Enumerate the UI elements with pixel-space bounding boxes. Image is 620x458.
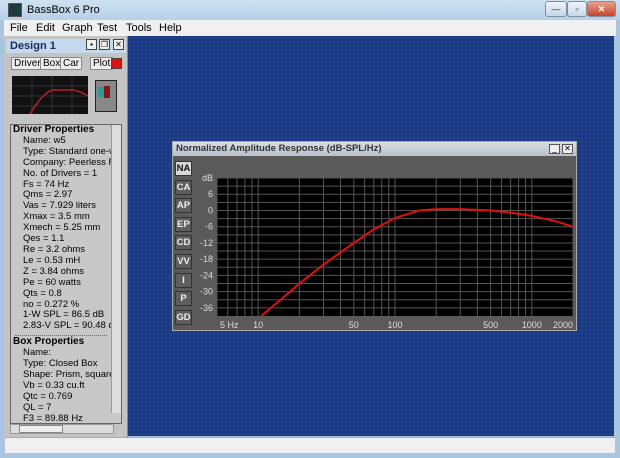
x-tick-label: 50 bbox=[349, 320, 359, 330]
horizontal-scrollbar[interactable] bbox=[10, 424, 114, 434]
properties-list: Driver Properties Name: w5 Type: Standard… bbox=[10, 124, 122, 424]
tab-i[interactable]: I bbox=[175, 272, 192, 288]
x-tick-label: 5 Hz bbox=[220, 320, 239, 330]
vertical-scrollbar[interactable] bbox=[111, 125, 121, 413]
driver-property: Pe = 60 watts bbox=[23, 276, 81, 288]
car-button[interactable]: Car bbox=[60, 57, 83, 70]
response-thumbnail bbox=[12, 76, 88, 114]
x-tick-label: 100 bbox=[387, 320, 402, 330]
plot-button[interactable]: Plot bbox=[90, 57, 114, 70]
x-tick-label: 10 bbox=[253, 320, 263, 330]
copy-icon[interactable]: ❐ bbox=[99, 39, 110, 50]
box-thumbnail bbox=[95, 80, 117, 112]
chart-close-button[interactable]: ✕ bbox=[562, 144, 573, 154]
y-tick-label: -24 bbox=[200, 270, 213, 280]
close-button[interactable]: ✕ bbox=[587, 1, 616, 17]
design-panel: Design 1 ▪ ❐ ✕ Driver Box Car Plot Drive… bbox=[4, 36, 128, 437]
x-tick-label: 1000 bbox=[522, 320, 542, 330]
menu-test[interactable]: Test bbox=[97, 22, 117, 34]
y-tick-label: -18 bbox=[200, 254, 213, 264]
y-tick-label: 0 bbox=[208, 205, 213, 215]
menu-bar: File Edit Graph Test Tools Help bbox=[4, 20, 616, 36]
tab-cd[interactable]: CD bbox=[175, 235, 192, 251]
save-icon[interactable]: ▪ bbox=[86, 39, 97, 50]
tab-gd[interactable]: GD bbox=[175, 309, 192, 325]
maximize-button[interactable]: ▫ bbox=[567, 1, 587, 17]
driver-property: Qts = 0.8 bbox=[23, 287, 62, 299]
status-bar bbox=[5, 437, 615, 453]
driver-property: Company: Peerless Fabrik bbox=[23, 156, 121, 168]
tab-ap[interactable]: AP bbox=[175, 198, 192, 214]
tab-p[interactable]: P bbox=[175, 291, 192, 307]
tab-ep[interactable]: EP bbox=[175, 216, 192, 232]
driver-button[interactable]: Driver bbox=[11, 57, 44, 70]
window-title: BassBox 6 Pro bbox=[27, 4, 100, 16]
app-icon bbox=[8, 3, 22, 17]
plot-color-swatch[interactable] bbox=[111, 58, 122, 69]
close-design-icon[interactable]: ✕ bbox=[113, 39, 124, 50]
driver-property: No. of Drivers = 1 bbox=[23, 167, 98, 179]
title-bar: BassBox 6 Pro — ▫ ✕ bbox=[0, 0, 620, 20]
x-tick-label: 2000 bbox=[553, 320, 573, 330]
menu-help[interactable]: Help bbox=[159, 22, 182, 34]
box-property: QL = 7 bbox=[23, 401, 52, 413]
chart-window: Normalized Amplitude Response (dB-SPL/Hz… bbox=[172, 141, 577, 331]
menu-edit[interactable]: Edit bbox=[36, 22, 55, 34]
menu-graph[interactable]: Graph bbox=[62, 22, 93, 34]
tab-na[interactable]: NA bbox=[175, 161, 192, 176]
menu-file[interactable]: File bbox=[10, 22, 28, 34]
menu-tools[interactable]: Tools bbox=[126, 22, 152, 34]
box-property: F3 = 89.88 Hz bbox=[23, 412, 83, 424]
tab-vv[interactable]: VV bbox=[175, 254, 192, 269]
y-axis-label: dB bbox=[202, 173, 213, 183]
y-tick-label: -12 bbox=[200, 238, 213, 248]
y-tick-label: -30 bbox=[200, 287, 213, 297]
minimize-button[interactable]: — bbox=[545, 1, 567, 17]
amplitude-chart: 6 0 -6 -12 -18 -24 -30 -36 dB 5 Hz 10 50 100 500 1000 2… bbox=[200, 173, 574, 330]
driver-property: 2.83-V SPL = 90.48 dB bbox=[23, 320, 121, 332]
y-tick-label: 6 bbox=[208, 189, 213, 199]
y-tick-label: -36 bbox=[200, 303, 213, 313]
x-tick-label: 500 bbox=[483, 320, 498, 330]
chart-minimize-button[interactable]: _ bbox=[549, 144, 560, 154]
y-tick-label: -6 bbox=[205, 222, 213, 232]
chart-window-title: Normalized Amplitude Response (dB-SPL/Hz… bbox=[173, 142, 576, 156]
tab-ca[interactable]: CA bbox=[175, 179, 192, 195]
